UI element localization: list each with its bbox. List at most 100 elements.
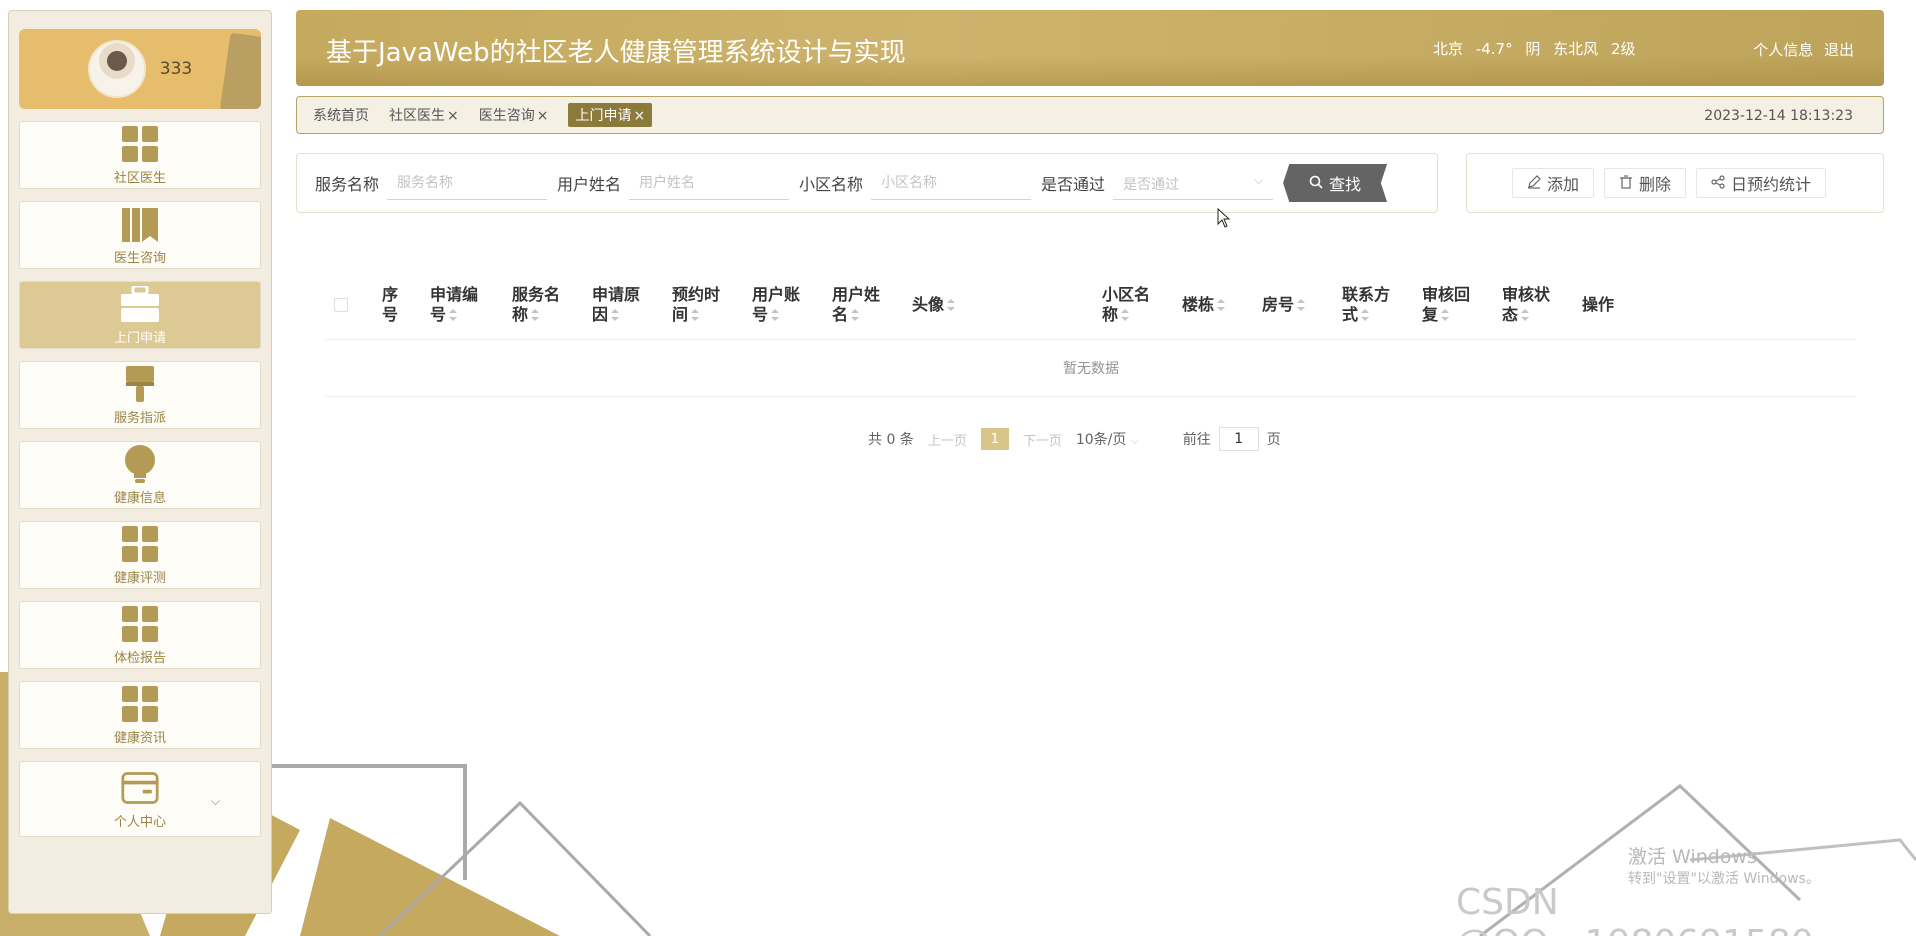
- table-empty-row: 暂无数据: [326, 340, 1856, 397]
- column-header-user-name[interactable]: 用户姓名: [832, 285, 912, 325]
- sidebar-item-label: 上门申请: [113, 330, 166, 346]
- tab-community-doctor[interactable]: 社区医生 ×: [389, 105, 459, 125]
- column-header-building[interactable]: 楼栋: [1182, 295, 1262, 315]
- community-name-input[interactable]: [871, 166, 1032, 200]
- top-header: 基于JavaWeb的社区老人健康管理系统设计与实现 北京 -4.7° 阴 东北风…: [296, 10, 1884, 86]
- sort-icon[interactable]: [1297, 299, 1306, 311]
- page-title: 基于JavaWeb的社区老人健康管理系统设计与实现: [326, 38, 906, 68]
- sort-icon[interactable]: [691, 309, 700, 321]
- passed-select-placeholder: 是否通过: [1123, 177, 1180, 193]
- column-header-review-status[interactable]: 审核状态: [1502, 285, 1582, 325]
- next-page-button[interactable]: 下一页: [1023, 430, 1062, 449]
- close-icon[interactable]: ×: [633, 108, 645, 124]
- sort-icon[interactable]: [771, 309, 780, 321]
- column-header-review-reply[interactable]: 审核回复: [1422, 285, 1502, 325]
- column-header-service-name[interactable]: 服务名称: [512, 285, 592, 325]
- wallet-icon: [121, 769, 159, 807]
- tab-label: 社区医生: [389, 108, 445, 124]
- add-button-label: 添加: [1547, 175, 1580, 194]
- delete-button[interactable]: 删除: [1604, 168, 1687, 198]
- sidebar-item-label: 健康评测: [113, 570, 166, 586]
- sort-icon[interactable]: [449, 309, 458, 321]
- sort-icon[interactable]: [1217, 299, 1226, 311]
- weather-widget: 北京 -4.7° 阴 东北风 2级: [1433, 38, 1644, 59]
- column-header-user-account[interactable]: 用户账号: [752, 285, 832, 325]
- sidebar-item-checkup-report[interactable]: 体检报告: [19, 601, 261, 669]
- tab-doctor-consult[interactable]: 医生咨询 ×: [479, 105, 549, 125]
- daily-stats-button[interactable]: 日预约统计: [1696, 168, 1827, 198]
- sort-icon[interactable]: [851, 309, 860, 321]
- passed-select[interactable]: 是否通过 ⌵: [1113, 166, 1274, 200]
- sort-icon[interactable]: [531, 309, 540, 321]
- data-table: 序号 申请编号 服务名称 申请原因 预约时间 用户账号 用户姓名 头像 小区名称…: [326, 270, 1856, 397]
- page-number-current[interactable]: 1: [980, 428, 1009, 450]
- user-name-input[interactable]: [629, 166, 790, 200]
- search-button[interactable]: 查找: [1283, 164, 1388, 202]
- column-header-apply-no[interactable]: 申请编号: [430, 285, 512, 325]
- delete-button-label: 删除: [1639, 175, 1672, 194]
- share-icon: [1711, 174, 1725, 193]
- sort-icon[interactable]: [1521, 309, 1530, 321]
- tab-home[interactable]: 系统首页: [313, 105, 369, 125]
- sort-icon[interactable]: [1121, 309, 1130, 321]
- sort-icon[interactable]: [1361, 309, 1370, 321]
- header-links: 个人信息 退出: [1747, 39, 1854, 60]
- sort-icon[interactable]: [611, 309, 620, 321]
- page-size-select[interactable]: 10条/页 ⌵: [1076, 429, 1139, 449]
- service-name-label: 服务名称: [315, 175, 380, 194]
- weather-level: 2级: [1610, 40, 1636, 58]
- prev-page-button[interactable]: 上一页: [928, 430, 967, 449]
- column-header-contact[interactable]: 联系方式: [1342, 285, 1422, 325]
- daily-stats-button-label: 日预约统计: [1731, 175, 1812, 194]
- windows-activation-title: 激活 Windows: [1628, 846, 1757, 868]
- search-icon: [1309, 174, 1323, 193]
- background-decoration: [0, 672, 1916, 936]
- csdn-watermark: CSDN @QQ__1980691580: [1456, 882, 1814, 936]
- profile-decoration: [219, 32, 261, 109]
- sort-icon[interactable]: [1441, 309, 1450, 321]
- sidebar-item-community-doctor[interactable]: 社区医生: [19, 121, 261, 189]
- sidebar-item-doctor-consult[interactable]: 医生咨询: [19, 201, 261, 269]
- chevron-down-icon: ⌵: [1253, 173, 1264, 187]
- sidebar-item-home-visit[interactable]: 上门申请: [19, 281, 261, 349]
- column-header-avatar[interactable]: 头像: [912, 295, 1102, 315]
- column-header-room-no[interactable]: 房号: [1262, 295, 1342, 315]
- profile-card[interactable]: 333: [19, 29, 261, 109]
- sidebar-item-personal-center[interactable]: 个人中心 ⌵: [19, 761, 261, 837]
- close-icon[interactable]: ×: [447, 108, 459, 124]
- logout-link[interactable]: 退出: [1824, 41, 1854, 59]
- user-name-label: 用户姓名: [557, 175, 622, 194]
- sidebar-item-service-assign[interactable]: 服务指派: [19, 361, 261, 429]
- sort-icon[interactable]: [947, 299, 956, 311]
- tab-label: 上门申请: [575, 108, 632, 124]
- search-panel: 服务名称 用户姓名 小区名称 是否通过 是否通过 ⌵ 查找: [296, 153, 1438, 213]
- select-all-checkbox[interactable]: [334, 297, 348, 312]
- tab-home-visit[interactable]: 上门申请 ×: [568, 103, 653, 127]
- chevron-down-icon: ⌵: [1130, 434, 1139, 447]
- weather-temp: -4.7°: [1475, 40, 1513, 58]
- current-datetime: 2023-12-14 18:13:23: [1704, 108, 1853, 124]
- sidebar-item-label: 社区医生: [113, 170, 166, 186]
- column-header-community-name[interactable]: 小区名称: [1102, 285, 1182, 325]
- add-button[interactable]: 添加: [1512, 168, 1595, 198]
- column-header-appointment-time[interactable]: 预约时间: [672, 285, 752, 325]
- column-header-apply-reason[interactable]: 申请原因: [592, 285, 672, 325]
- table-header: 序号 申请编号 服务名称 申请原因 预约时间 用户账号 用户姓名 头像 小区名称…: [326, 270, 1856, 340]
- sidebar-item-health-info[interactable]: 健康信息: [19, 441, 261, 509]
- mouse-cursor-icon: [1217, 208, 1231, 228]
- profile-name: 333: [159, 59, 193, 79]
- column-header-actions: 操作: [1582, 294, 1615, 314]
- sidebar-item-health-news[interactable]: 健康资讯: [19, 681, 261, 749]
- profile-link[interactable]: 个人信息: [1753, 41, 1813, 59]
- weather-city: 北京: [1433, 40, 1464, 58]
- sidebar-item-health-eval[interactable]: 健康评测: [19, 521, 261, 589]
- service-name-input[interactable]: [387, 166, 548, 200]
- jump-page-input[interactable]: 1: [1218, 427, 1259, 451]
- page-size-value: 10条/页: [1075, 432, 1127, 448]
- weather-wind: 东北风: [1553, 40, 1599, 58]
- chevron-down-icon[interactable]: ⌵: [211, 794, 220, 809]
- edit-icon: [1527, 174, 1541, 193]
- empty-text: 暂无数据: [1063, 361, 1119, 377]
- tab-label: 系统首页: [313, 108, 369, 124]
- close-icon[interactable]: ×: [537, 108, 549, 124]
